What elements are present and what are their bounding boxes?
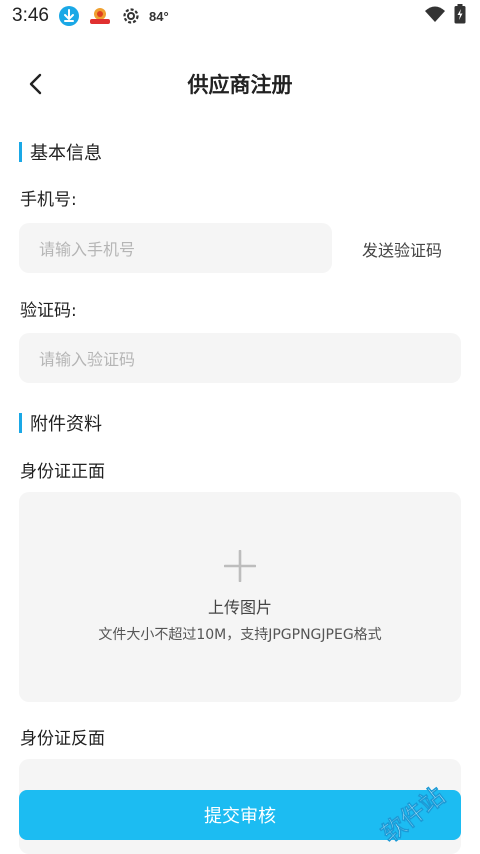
page-title: 供应商注册: [187, 73, 293, 97]
send-code-button[interactable]: 发送验证码: [362, 237, 442, 261]
gear-icon: [121, 6, 141, 26]
id-front-upload[interactable]: 上传图片 文件大小不超过10M，支持JPGPNGJPEG格式: [19, 492, 461, 702]
upload-hint: 文件大小不超过10M，支持JPGPNGJPEG格式: [98, 627, 382, 643]
section-basic-info: 基本信息: [19, 141, 102, 164]
wifi-icon: [424, 5, 446, 27]
status-time: 3:46: [12, 5, 49, 26]
section-attachments: 附件资料: [19, 412, 102, 435]
section-accent-bar: [19, 413, 22, 433]
id-back-label: 身份证反面: [20, 729, 105, 749]
upload-title: 上传图片: [207, 598, 272, 617]
submit-review-button[interactable]: 提交审核: [19, 790, 461, 840]
phone-label: 手机号:: [20, 190, 77, 210]
download-icon: [58, 6, 79, 26]
battery-charging-icon: [454, 4, 466, 28]
plus-icon: [224, 550, 256, 582]
nav-bar: 供应商注册: [0, 56, 480, 112]
temperature-text: 84°: [148, 8, 169, 24]
code-label: 验证码:: [20, 301, 77, 321]
section-title-attachments: 附件资料: [30, 414, 102, 435]
section-title-basic: 基本信息: [30, 143, 102, 164]
status-right-icons: [424, 4, 466, 28]
submit-label: 提交审核: [204, 806, 276, 827]
code-placeholder: 请输入验证码: [39, 350, 136, 369]
code-input[interactable]: 请输入验证码: [19, 333, 461, 383]
phone-input[interactable]: 请输入手机号: [19, 223, 332, 273]
phone-placeholder: 请输入手机号: [39, 240, 136, 259]
app-badge-icon: [87, 6, 113, 26]
status-bar: 3:46 84°: [0, 0, 480, 32]
id-front-label: 身份证正面: [20, 462, 105, 482]
section-accent-bar: [19, 142, 22, 162]
